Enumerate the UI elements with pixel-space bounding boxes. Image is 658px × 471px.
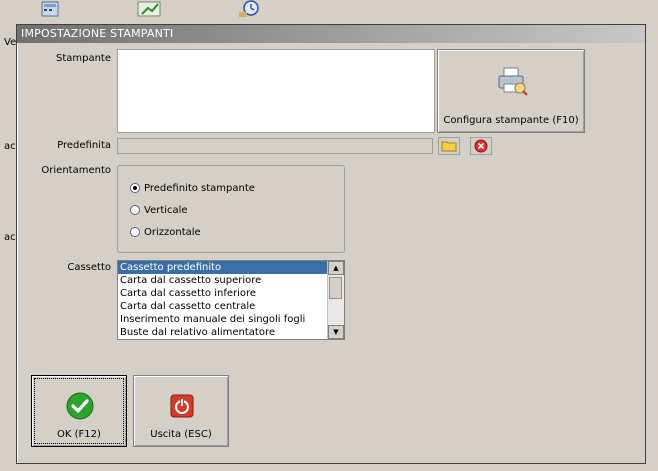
browse-folder-button[interactable] <box>438 137 460 155</box>
orientation-option-label: Orizzontale <box>144 226 201 238</box>
radio-button[interactable] <box>130 227 140 237</box>
printer-label: Stampante <box>55 53 111 64</box>
tray-scrollbar[interactable]: ▲ ▼ <box>327 261 344 339</box>
printer-list[interactable] <box>117 49 435 133</box>
default-printer-field[interactable] <box>117 138 433 154</box>
scroll-thumb[interactable] <box>329 277 342 299</box>
list-item[interactable]: Inserimento manuale dei singoli fogli <box>118 313 328 326</box>
default-label: Predefinita <box>57 140 111 151</box>
printer-icon <box>498 67 528 96</box>
exit-button-label: Uscita (ESC) <box>150 429 212 440</box>
ok-button[interactable]: OK (F12) <box>31 375 127 447</box>
orientation-option-label: Predefinito stampante <box>144 182 255 194</box>
list-item[interactable]: Carta dal cassetto superiore <box>118 274 328 287</box>
orientation-option-horizontal[interactable]: Orizzontale <box>130 224 201 240</box>
delete-icon <box>474 139 488 153</box>
radio-button[interactable] <box>130 205 140 215</box>
configure-printer-button[interactable]: Configura stampante (F10) <box>437 49 585 133</box>
exit-button[interactable]: Uscita (ESC) <box>133 375 229 447</box>
orientation-option-vertical[interactable]: Verticale <box>130 202 188 218</box>
clock-icon[interactable] <box>236 0 262 18</box>
list-item[interactable]: Carta dal cassetto centrale <box>118 300 328 313</box>
calculator-icon[interactable] <box>38 0 64 18</box>
orientation-option-printer-default[interactable]: Predefinito stampante <box>130 180 255 196</box>
background-label: Ve <box>4 37 17 48</box>
folder-icon <box>441 141 457 152</box>
configure-printer-label: Configura stampante (F10) <box>443 115 579 126</box>
list-item[interactable]: Buste dal relativo alimentatore <box>118 326 328 339</box>
tray-label: Cassetto <box>67 262 111 273</box>
tray-listbox[interactable]: Cassetto predefinito Carta dal cassetto … <box>117 260 345 340</box>
scroll-down-button[interactable]: ▼ <box>328 325 344 339</box>
spreadsheet-icon[interactable] <box>136 0 162 18</box>
background-toolbar <box>0 0 658 22</box>
clear-default-button[interactable] <box>470 137 492 155</box>
checkmark-icon <box>66 392 94 420</box>
list-item[interactable]: Cassetto predefinito <box>118 261 328 274</box>
orientation-label: Orientamento <box>41 165 111 176</box>
dialog-title: IMPOSTAZIONE STAMPANTI <box>17 25 645 43</box>
orientation-group: Predefinito stampante Verticale Orizzont… <box>117 165 345 253</box>
printer-settings-dialog: IMPOSTAZIONE STAMPANTI Stampante Configu… <box>16 24 646 464</box>
power-icon <box>170 394 194 418</box>
background-label: ac <box>4 141 16 152</box>
orientation-option-label: Verticale <box>144 204 188 216</box>
list-item[interactable]: Carta dal cassetto inferiore <box>118 287 328 300</box>
ok-button-label: OK (F12) <box>57 429 101 440</box>
radio-button[interactable] <box>130 183 140 193</box>
scroll-up-button[interactable]: ▲ <box>328 261 344 275</box>
background-label: ac <box>4 232 16 243</box>
